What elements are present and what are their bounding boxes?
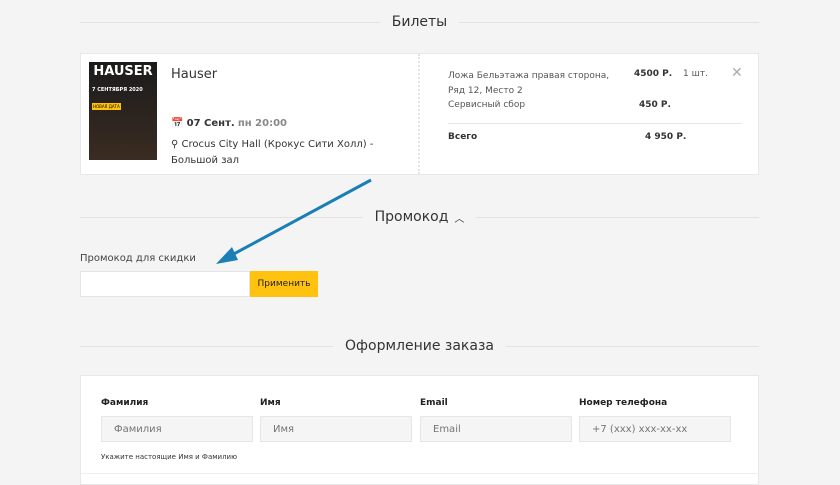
email-label: Email [420,398,448,408]
name-hint: Укажите настоящие Имя и Фамилию [101,453,237,461]
divider [81,473,758,474]
phone-input[interactable] [579,416,731,442]
surname-input[interactable] [101,416,253,442]
phone-label: Номер телефона [579,398,668,408]
email-input[interactable] [420,416,572,442]
checkout-section-title: Оформление заказа [80,338,759,354]
surname-label: Фамилия [101,398,149,408]
name-label: Имя [260,398,281,408]
checkout-title: Оформление заказа [345,338,494,354]
name-input[interactable] [260,416,412,442]
